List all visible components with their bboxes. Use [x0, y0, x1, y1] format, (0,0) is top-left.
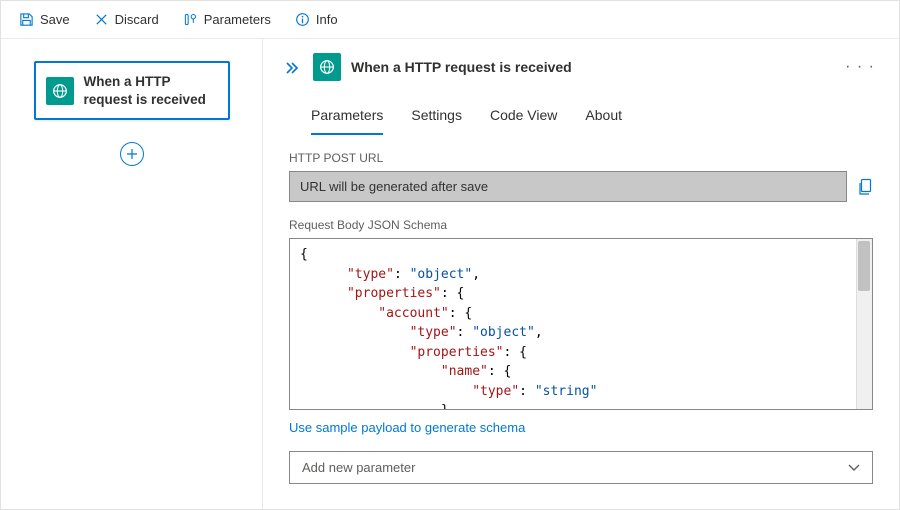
http-request-icon: [46, 77, 74, 105]
panel-title: When a HTTP request is received: [351, 59, 831, 75]
add-parameter-dropdown[interactable]: Add new parameter: [289, 451, 873, 484]
discard-icon: [94, 12, 109, 27]
json-schema-editor[interactable]: { "type": "object", "properties": { "acc…: [289, 238, 873, 410]
tab-code-view[interactable]: Code View: [490, 101, 557, 135]
copy-url-button[interactable]: [857, 178, 873, 196]
http-request-icon: [313, 53, 341, 81]
parameters-button[interactable]: Parameters: [173, 6, 281, 33]
info-icon: [295, 12, 310, 27]
details-panel: When a HTTP request is received · · · Pa…: [263, 39, 899, 509]
chevron-down-icon: [848, 464, 860, 472]
toolbar: Save Discard Parameters Info: [1, 1, 899, 39]
panel-tabs: Parameters Settings Code View About: [263, 81, 899, 135]
trigger-card[interactable]: When a HTTP request is received: [34, 61, 230, 120]
save-label: Save: [40, 12, 70, 27]
tab-settings[interactable]: Settings: [411, 101, 462, 135]
more-button[interactable]: · · ·: [841, 54, 879, 80]
scrollbar[interactable]: [856, 239, 872, 409]
trigger-card-title: When a HTTP request is received: [84, 73, 218, 108]
discard-label: Discard: [115, 12, 159, 27]
chevrons-right-icon: [285, 62, 299, 74]
panel-header: When a HTTP request is received · · ·: [263, 39, 899, 81]
http-post-url-field[interactable]: URL will be generated after save: [289, 171, 847, 202]
scrollbar-thumb[interactable]: [858, 241, 870, 291]
parameters-icon: [183, 12, 198, 27]
panel-content: HTTP POST URL URL will be generated afte…: [263, 135, 899, 485]
ellipsis-icon: · · ·: [845, 58, 875, 75]
add-parameter-placeholder: Add new parameter: [302, 460, 415, 475]
plus-icon: [126, 148, 138, 160]
copy-icon: [857, 178, 873, 196]
info-label: Info: [316, 12, 338, 27]
save-button[interactable]: Save: [9, 6, 80, 33]
url-field-label: HTTP POST URL: [289, 151, 873, 165]
discard-button[interactable]: Discard: [84, 6, 169, 33]
tab-parameters[interactable]: Parameters: [311, 101, 383, 135]
designer-canvas: When a HTTP request is received: [1, 39, 263, 509]
use-sample-payload-link[interactable]: Use sample payload to generate schema: [289, 420, 525, 435]
schema-field-label: Request Body JSON Schema: [289, 218, 873, 232]
save-icon: [19, 12, 34, 27]
add-step-button[interactable]: [120, 142, 144, 166]
parameters-label: Parameters: [204, 12, 271, 27]
tab-about[interactable]: About: [585, 101, 622, 135]
info-button[interactable]: Info: [285, 6, 348, 33]
collapse-button[interactable]: [281, 58, 303, 78]
